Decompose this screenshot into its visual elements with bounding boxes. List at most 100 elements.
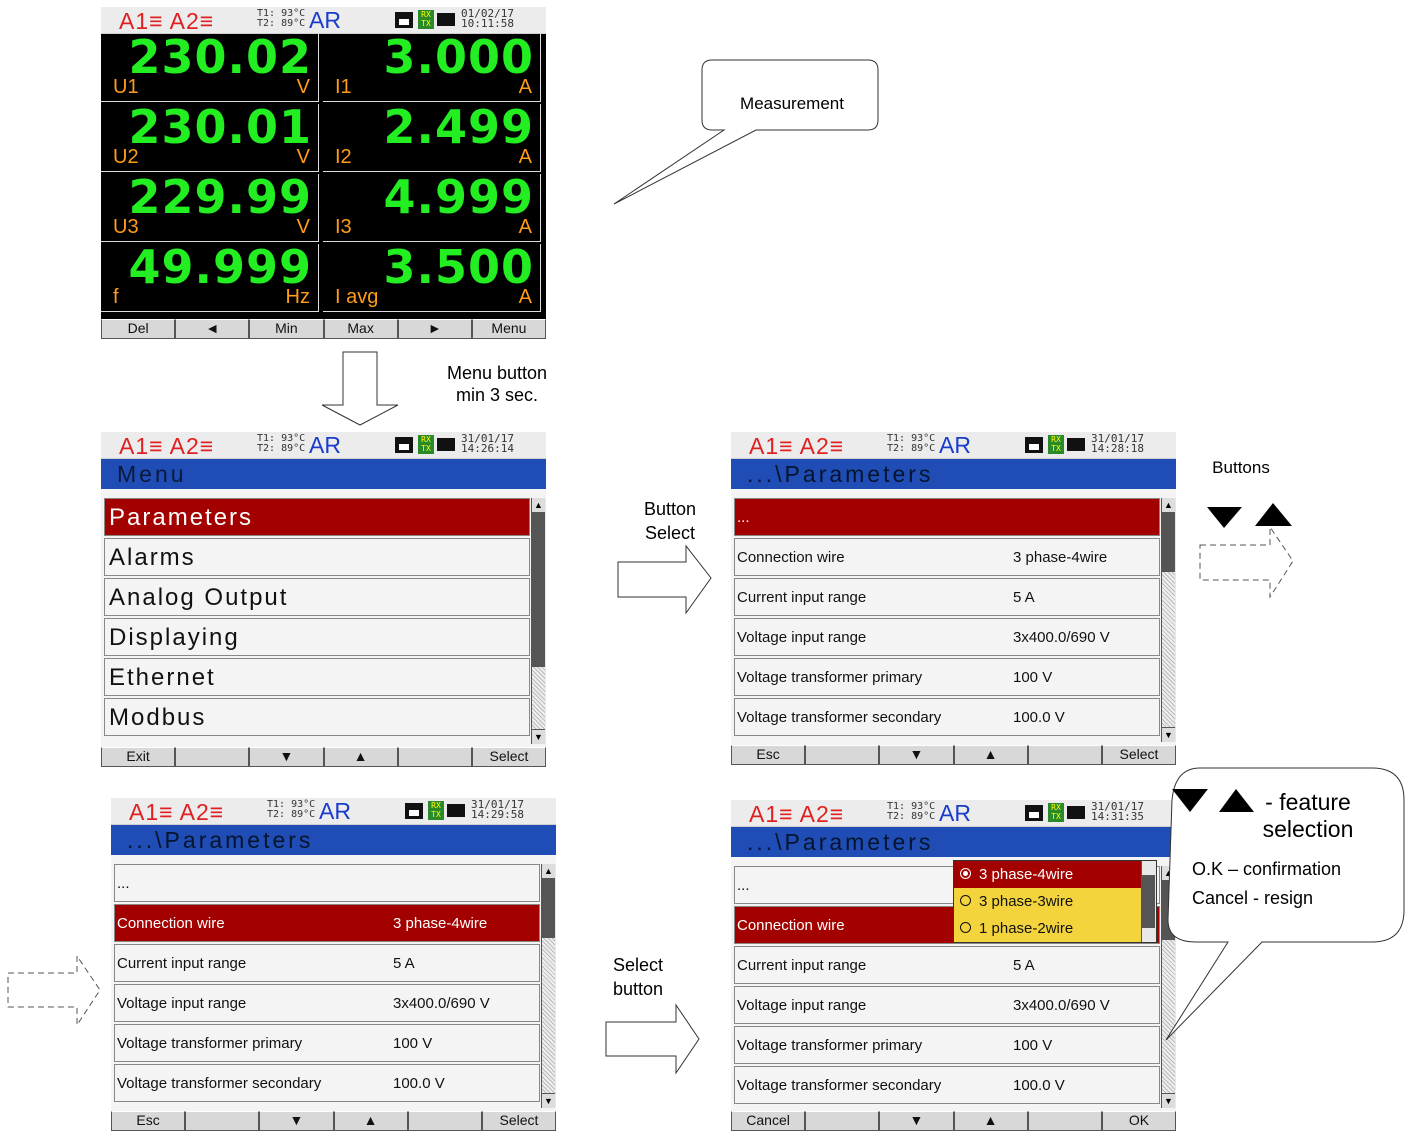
- unit: A: [518, 76, 532, 98]
- param-row-connection-wire[interactable]: Connection wire 3 phase-4wire: [114, 904, 540, 942]
- empty-button[interactable]: [805, 1111, 880, 1131]
- value: 49.999: [128, 240, 312, 294]
- esc-button[interactable]: Esc: [111, 1111, 186, 1131]
- up-button[interactable]: ▲: [953, 1111, 1028, 1131]
- param-row-vt-primary[interactable]: Voltage transformer primary 100 V: [734, 658, 1160, 696]
- empty-button[interactable]: [805, 745, 880, 765]
- datetime: 31/01/17 14:31:35: [1091, 800, 1144, 823]
- label-measurement: Measurement: [740, 94, 844, 113]
- scroll-track: [532, 667, 545, 730]
- scrollbar[interactable]: ▲ ▼: [531, 498, 546, 744]
- label-menu-button: Menu button min 3 sec.: [446, 363, 548, 405]
- empty-button[interactable]: [1027, 1111, 1102, 1131]
- battery-icon: [1067, 806, 1085, 819]
- param-row-vt-secondary[interactable]: Voltage transformer secondary 100.0 V: [114, 1064, 540, 1102]
- option-3phase-4wire[interactable]: 3 phase-4wire: [954, 861, 1156, 888]
- cell-u3: 229.99 U3 V: [101, 170, 319, 242]
- up-button[interactable]: ▲: [323, 747, 398, 767]
- menu-item-analog-output[interactable]: Analog Output: [104, 578, 530, 616]
- scrollbar[interactable]: ▲ ▼: [541, 864, 556, 1108]
- param-row-current-range[interactable]: Current input range 5 A: [734, 946, 1160, 984]
- option-3phase-3wire[interactable]: 3 phase-3wire: [954, 888, 1156, 915]
- down-button[interactable]: ▼: [879, 745, 954, 765]
- min-button[interactable]: Min: [249, 319, 324, 339]
- page-title: Menu: [101, 459, 546, 489]
- select-button[interactable]: Select: [1101, 745, 1176, 765]
- scroll-down-icon[interactable]: ▼: [1162, 1093, 1175, 1108]
- exit-button[interactable]: Exit: [101, 747, 176, 767]
- scroll-thumb[interactable]: [1162, 880, 1175, 940]
- param-row-connection-wire[interactable]: Connection wire 3 phase-4wire: [734, 538, 1160, 576]
- scroll-thumb[interactable]: [1162, 512, 1175, 572]
- scroll-down-icon[interactable]: ▼: [1162, 727, 1175, 742]
- dropdown-scrollbar[interactable]: [1141, 861, 1156, 942]
- param-value: 5 A: [1013, 957, 1035, 974]
- scroll-thumb[interactable]: [542, 878, 555, 938]
- rxtx-icon: RX TX: [1048, 803, 1064, 822]
- label: U2: [113, 146, 139, 168]
- temperature-readout: T1: 93°C T2: 89°C: [257, 433, 306, 454]
- param-value: 100 V: [1013, 1037, 1053, 1054]
- del-button[interactable]: Del: [101, 319, 176, 339]
- param-row-vt-primary[interactable]: Voltage transformer primary 100 V: [734, 1026, 1160, 1064]
- scroll-up-icon[interactable]: ▲: [1162, 498, 1175, 513]
- scroll-thumb[interactable]: [532, 512, 545, 667]
- scroll-up-icon[interactable]: ▲: [532, 498, 545, 513]
- param-row-vt-primary[interactable]: Voltage transformer primary 100 V: [114, 1024, 540, 1062]
- empty-button[interactable]: [1027, 745, 1102, 765]
- down-button[interactable]: ▼: [879, 1111, 954, 1131]
- down-button[interactable]: ▼: [249, 747, 324, 767]
- param-label: Voltage transformer secondary: [737, 1077, 942, 1094]
- empty-button[interactable]: [185, 1111, 260, 1131]
- param-row-current-range[interactable]: Current input range 5 A: [114, 944, 540, 982]
- option-1phase-2wire[interactable]: 1 phase-2wire: [954, 915, 1156, 942]
- next-button[interactable]: ►: [397, 319, 472, 339]
- empty-button[interactable]: [397, 747, 472, 767]
- param-row-back[interactable]: ...: [734, 498, 1160, 536]
- ar-indicator: AR: [939, 432, 971, 458]
- param-label: Current input range: [117, 955, 247, 972]
- esc-button[interactable]: Esc: [731, 745, 806, 765]
- menu-item-ethernet[interactable]: Ethernet: [104, 658, 530, 696]
- scrollbar[interactable]: ▲ ▼: [1161, 498, 1176, 742]
- param-row-voltage-range[interactable]: Voltage input range 3x400.0/690 V: [734, 986, 1160, 1024]
- page-title: ...\Parameters: [111, 825, 556, 855]
- select-button[interactable]: Select: [481, 1111, 556, 1131]
- menu-item-alarms[interactable]: Alarms: [104, 538, 530, 576]
- ok-button[interactable]: OK: [1101, 1111, 1176, 1131]
- scroll-down-icon[interactable]: ▼: [532, 729, 545, 744]
- right-arrow-2: [605, 1003, 700, 1075]
- param-row-vt-secondary[interactable]: Voltage transformer secondary 100.0 V: [734, 1066, 1160, 1104]
- max-button[interactable]: Max: [323, 319, 398, 339]
- param-row-current-range[interactable]: Current input range 5 A: [734, 578, 1160, 616]
- function-bar: Esc ▼ ▲ Select: [111, 1111, 556, 1131]
- down-triangle-icon: [1207, 507, 1242, 528]
- menu-item-parameters[interactable]: Parameters: [104, 498, 530, 536]
- param-row-voltage-range[interactable]: Voltage input range 3x400.0/690 V: [734, 618, 1160, 656]
- prev-button[interactable]: ◄: [175, 319, 250, 339]
- scroll-up-icon[interactable]: ▲: [542, 864, 555, 879]
- scroll-down-icon[interactable]: ▼: [542, 1093, 555, 1108]
- up-button[interactable]: ▲: [953, 745, 1028, 765]
- cancel-button[interactable]: Cancel: [731, 1111, 806, 1131]
- scrollbar[interactable]: ▲ ▼: [1161, 866, 1176, 1108]
- down-button[interactable]: ▼: [259, 1111, 334, 1131]
- label: I2: [335, 146, 352, 168]
- status-header: A1≡ A2≡ T1: 93°C T2: 89°C AR RX TX 31/01/1…: [731, 432, 1176, 459]
- param-row-voltage-range[interactable]: Voltage input range 3x400.0/690 V: [114, 984, 540, 1022]
- param-row-vt-secondary[interactable]: Voltage transformer secondary 100.0 V: [734, 698, 1160, 736]
- dropdown-scroll-thumb[interactable]: [1142, 875, 1155, 928]
- up-button[interactable]: ▲: [333, 1111, 408, 1131]
- ar-indicator: AR: [319, 798, 351, 824]
- menu-item-modbus[interactable]: Modbus: [104, 698, 530, 736]
- empty-button[interactable]: [407, 1111, 482, 1131]
- empty-button[interactable]: [175, 747, 250, 767]
- select-button[interactable]: Select: [471, 747, 546, 767]
- menu-item-displaying[interactable]: Displaying: [104, 618, 530, 656]
- temperature-readout: T1: 93°C T2: 89°C: [887, 801, 936, 822]
- rxtx-icon: RX TX: [418, 10, 434, 29]
- scroll-up-icon[interactable]: ▲: [1162, 866, 1175, 881]
- param-row-back[interactable]: ...: [114, 864, 540, 902]
- menu-button[interactable]: Menu: [471, 319, 546, 339]
- option-label: 1 phase-2wire: [979, 920, 1074, 937]
